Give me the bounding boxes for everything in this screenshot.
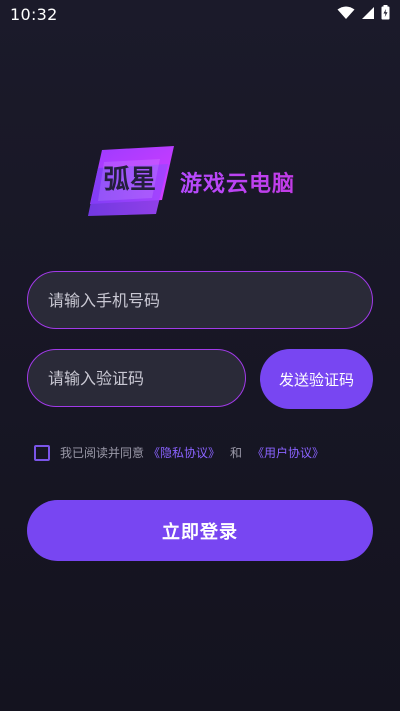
phone-input[interactable] (46, 289, 372, 311)
status-bar: 10:32 (0, 0, 400, 28)
send-code-button[interactable]: 发送验证码 (260, 349, 373, 409)
cellular-signal-icon (362, 6, 374, 19)
app-logo: 弧星 游戏云电脑 (88, 144, 328, 222)
wifi-icon (337, 6, 355, 19)
login-button[interactable]: 立即登录 (27, 500, 373, 561)
agreement-prefix: 我已阅读并同意 (60, 446, 145, 460)
verification-code-input-wrapper (27, 349, 246, 407)
user-agreement-link[interactable]: 《用户协议》 (252, 444, 324, 461)
battery-icon (381, 5, 390, 20)
logo-badge-text: 弧星 (103, 165, 157, 195)
status-icons (337, 5, 390, 20)
agreement-checkbox[interactable] (34, 444, 50, 461)
phone-input-wrapper (27, 271, 373, 329)
app-title: 游戏云电脑 (180, 166, 295, 198)
verification-code-input[interactable] (46, 367, 245, 389)
agreement-row: 我已阅读并同意 《隐私协议》 和 《用户协议》 (34, 444, 328, 461)
status-time: 10:32 (10, 5, 58, 24)
privacy-policy-link[interactable]: 《隐私协议》 (148, 444, 220, 461)
agreement-and-text: 和 (230, 446, 243, 460)
